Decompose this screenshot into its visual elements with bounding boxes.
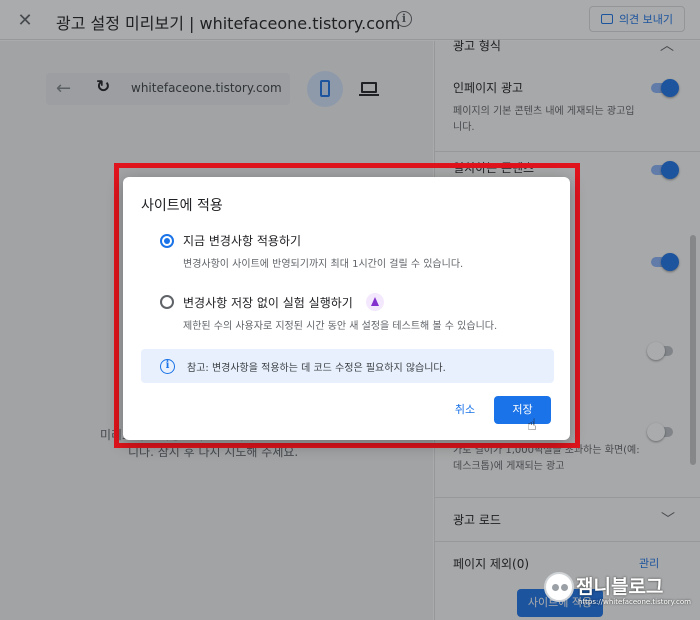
option-desc: 제한된 수의 사용자로 지정된 시간 동안 새 설정을 테스트해 볼 수 있습니…: [183, 321, 498, 332]
dialog-title: 사이트에 적용: [141, 198, 223, 214]
info-icon: i: [160, 359, 175, 374]
option-label[interactable]: 변경사항 저장 없이 실험 실행하기: [183, 294, 353, 311]
watermark-url: https://whitefaceone.tistory.com: [578, 598, 691, 606]
option-label[interactable]: 지금 변경사항 적용하기: [183, 232, 301, 249]
radio-apply-now[interactable]: [160, 234, 174, 248]
note-box: i 참고: 변경사항을 적용하는 데 코드 수정은 필요하지 않습니다.: [141, 349, 554, 383]
note-text: 참고: 변경사항을 적용하는 데 코드 수정은 필요하지 않습니다.: [187, 363, 446, 374]
cancel-button[interactable]: 취소: [445, 399, 485, 421]
experiment-flask-icon: [366, 293, 384, 311]
option-desc: 변경사항이 사이트에 반영되기까지 최대 1시간이 걸릴 수 있습니다.: [183, 259, 464, 270]
blog-logo-icon: [544, 572, 574, 602]
blog-watermark: 잼니블로그 https://whitefaceone.tistory.com: [544, 570, 694, 614]
flask-shape: [371, 297, 379, 306]
hand-pointer-cursor-icon: ☝: [527, 415, 537, 434]
radio-run-experiment[interactable]: [160, 295, 174, 309]
watermark-title: 잼니블로그: [576, 576, 664, 598]
apply-dialog: 사이트에 적용 지금 변경사항 적용하기 변경사항이 사이트에 반영되기까지 최…: [123, 177, 570, 440]
save-button[interactable]: 저장: [494, 396, 551, 424]
